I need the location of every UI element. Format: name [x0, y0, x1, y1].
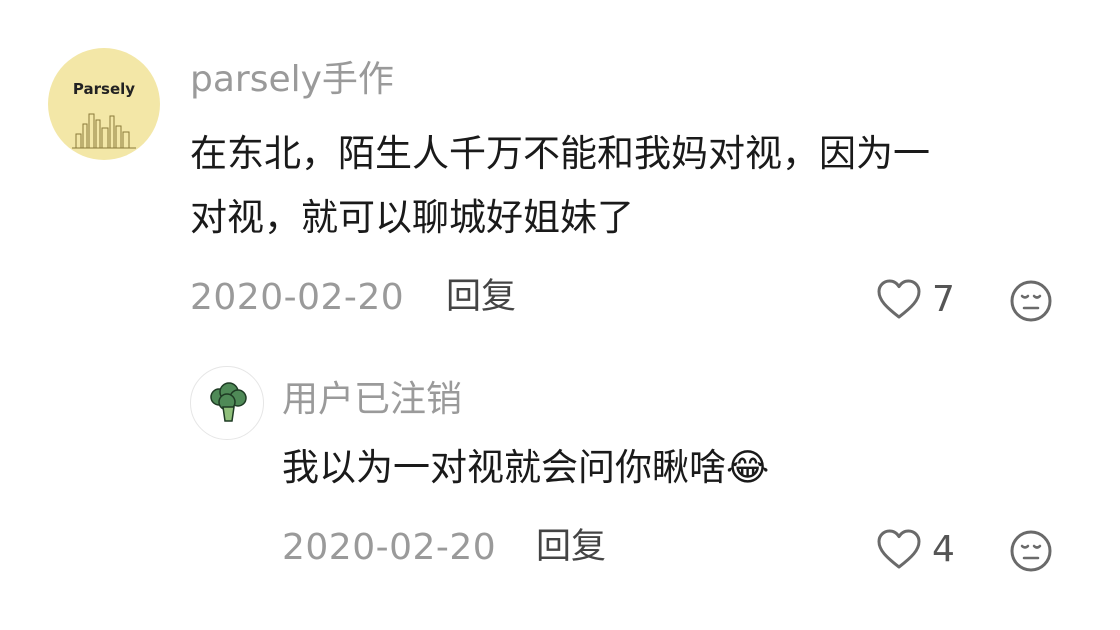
comment-reply: 用户已注销 我以为一对视就会问你瞅啥😂 2020-02-20 回复 4	[0, 340, 1120, 600]
comment-text: 在东北，陌生人千万不能和我妈对视，因为一 对视，就可以聊城好姐妹了	[190, 122, 930, 250]
comment: Parsely parsely手作 在东北，陌生人千万不能和我妈对视，因为一 对…	[0, 0, 1120, 340]
avatar[interactable]: Parsely	[48, 48, 160, 160]
comment-text-line: 在东北，陌生人千万不能和我妈对视，因为一	[190, 132, 930, 175]
like-count: 4	[932, 529, 955, 570]
heart-icon[interactable]	[876, 278, 922, 320]
comment-text: 我以为一对视就会问你瞅啥😂	[282, 446, 770, 489]
comment-date: 2020-02-20	[190, 277, 405, 318]
like-count: 7	[932, 279, 955, 320]
avatar-brand-text: Parsely	[72, 80, 136, 98]
avatar[interactable]	[190, 366, 264, 440]
broccoli-icon	[210, 382, 247, 422]
dislike-face-icon[interactable]	[1008, 278, 1054, 324]
reply-button[interactable]: 回复	[536, 530, 606, 565]
comment-text-line: 对视，就可以聊城好姐妹了	[190, 196, 634, 239]
username[interactable]: 用户已注销	[282, 382, 462, 418]
reply-button[interactable]: 回复	[446, 280, 516, 315]
comment-date: 2020-02-20	[282, 527, 497, 568]
heart-icon[interactable]	[876, 528, 922, 570]
dislike-face-icon[interactable]	[1008, 528, 1054, 574]
skyline-icon	[72, 113, 136, 149]
username[interactable]: parsely手作	[190, 62, 394, 98]
